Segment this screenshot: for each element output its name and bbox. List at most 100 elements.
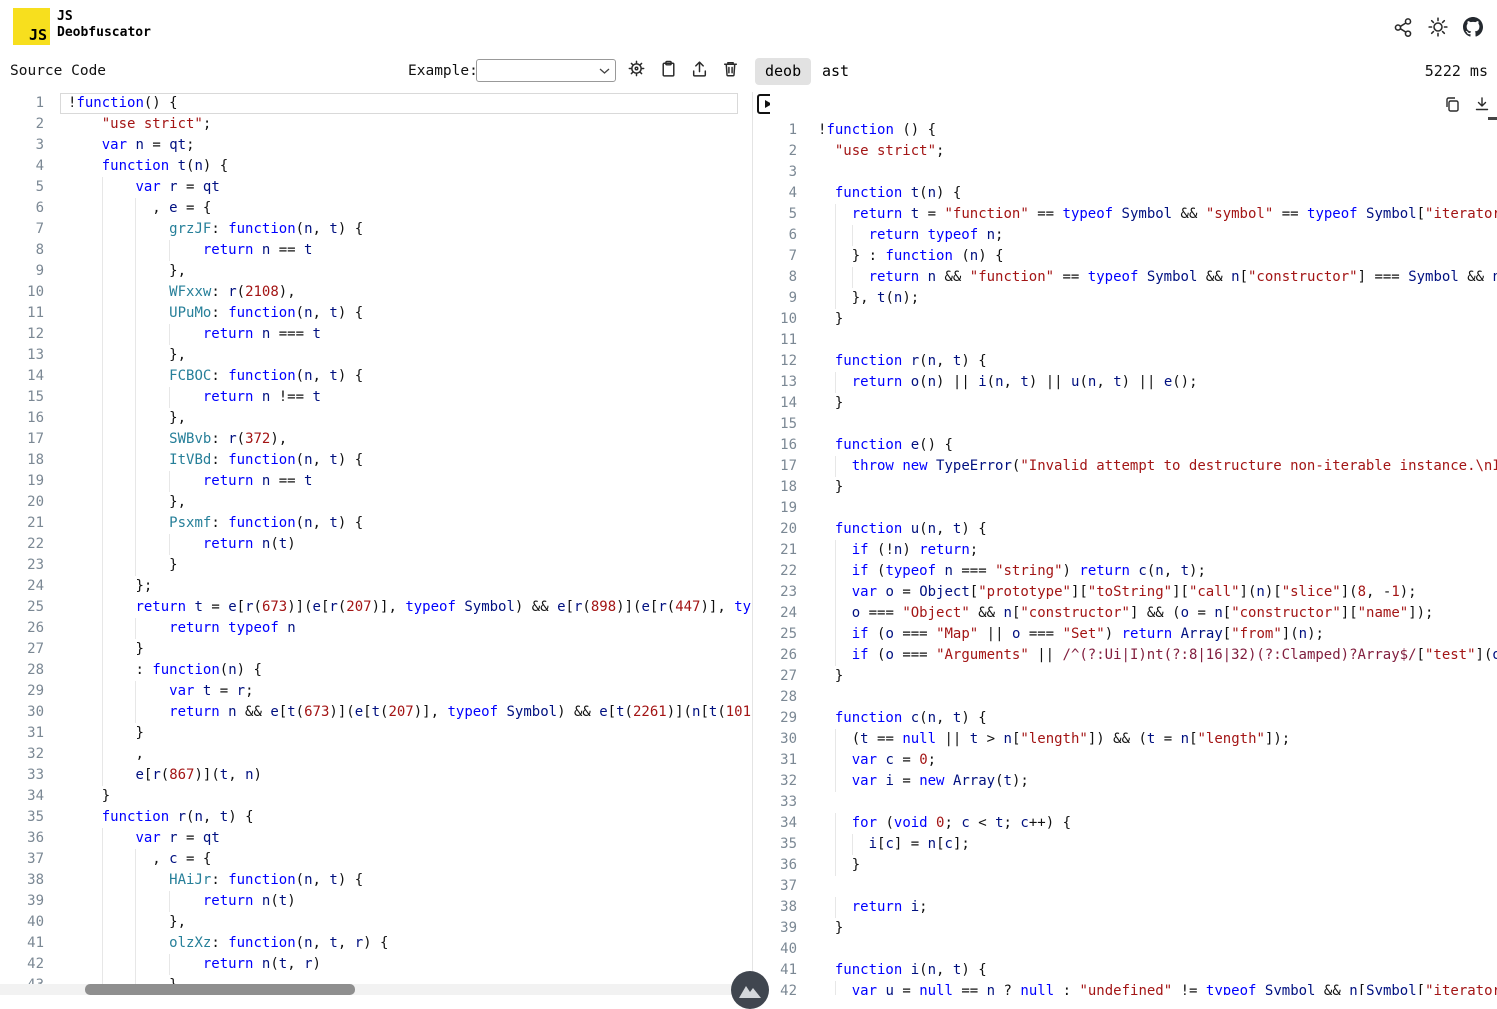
line-number: 15 [0, 387, 44, 408]
indent-guide [835, 645, 836, 666]
line-number: 21 [770, 540, 797, 561]
code-text: function r(n, t) { [818, 353, 987, 369]
code-line: 2 "use strict"; [770, 141, 1497, 162]
chevron-down-icon [599, 68, 610, 75]
line-number: 26 [770, 645, 797, 666]
code-text: return n == t [68, 473, 312, 489]
code-text: if (o === "Map" || o === "Set") return A… [818, 626, 1324, 642]
indent-guide [835, 225, 836, 246]
code-line: 18 ItVBd: function(n, t) { [0, 450, 752, 471]
code-text: var r = qt [68, 179, 220, 195]
indent-guide [102, 303, 103, 324]
settings-icon[interactable] [627, 59, 646, 78]
code-text: } [68, 641, 144, 657]
source-editor[interactable]: 1!function() {2 "use strict";3 var n = q… [0, 92, 753, 995]
code-text: !function () { [818, 122, 936, 138]
code-line: 29 var t = r; [0, 681, 752, 702]
code-line: 14 } [770, 393, 1497, 414]
indent-guide [102, 345, 103, 366]
scrollbar-thumb[interactable] [85, 984, 355, 995]
code-line: 33 e[r(867)](t, n) [0, 765, 752, 786]
indent-guide [102, 828, 103, 849]
indent-guide [835, 855, 836, 876]
code-text: }, [68, 347, 186, 363]
indent-guide [835, 729, 836, 750]
horizontal-scrollbar[interactable] [0, 984, 753, 995]
indent-guide [135, 891, 136, 912]
indent-guide [169, 471, 170, 492]
code-line: 21 Psxmf: function(n, t) { [0, 513, 752, 534]
code-line: 30 return n && e[t(673)](e[t(207)], type… [0, 702, 752, 723]
code-line: 17 SWBvb: r(372), [0, 429, 752, 450]
code-line: 41 function i(n, t) { [770, 960, 1497, 981]
download-icon[interactable] [1473, 95, 1491, 113]
fab-button[interactable] [731, 971, 769, 1009]
indent-guide [169, 324, 170, 345]
code-text: } : function (n) { [818, 248, 1004, 264]
example-select[interactable] [476, 59, 616, 82]
timing-label: 5222 ms [1425, 62, 1488, 80]
line-number: 31 [0, 723, 44, 744]
code-line: 18 } [770, 477, 1497, 498]
line-number: 30 [0, 702, 44, 723]
indent-guide [102, 660, 103, 681]
code-line: 4 function t(n) { [770, 183, 1497, 204]
code-text: }, [68, 494, 186, 510]
indent-guide [135, 534, 136, 555]
code-text: function e() { [818, 437, 953, 453]
indent-guide [102, 324, 103, 345]
output-actions [1443, 95, 1491, 113]
line-number: 4 [0, 156, 44, 177]
line-number: 40 [770, 939, 797, 960]
indent-guide [102, 429, 103, 450]
code-text: UPuMo: function(n, t) { [68, 305, 363, 321]
copy-icon[interactable] [1443, 95, 1461, 113]
code-line: 41 olzXz: function(n, t, r) { [0, 933, 752, 954]
indent-guide [102, 408, 103, 429]
line-number: 24 [0, 576, 44, 597]
trash-icon[interactable] [721, 59, 740, 78]
code-line: 13 return o(n) || i(n, t) || u(n, t) || … [770, 372, 1497, 393]
theme-icon[interactable] [1428, 17, 1448, 37]
code-line: 2 "use strict"; [0, 114, 752, 135]
line-number: 21 [0, 513, 44, 534]
code-line: 29 function c(n, t) { [770, 708, 1497, 729]
code-text: return o(n) || i(n, t) || u(n, t) || e()… [818, 374, 1198, 390]
code-line: 15 [770, 414, 1497, 435]
vertical-scrollbar[interactable] [1488, 117, 1497, 120]
tab-deob[interactable]: deob [755, 58, 811, 85]
app-title: JS Deobfuscator [57, 9, 151, 41]
code-text: function t(n) { [818, 185, 961, 201]
code-text: function u(n, t) { [818, 521, 987, 537]
code-line: 3 var n = qt; [0, 135, 752, 156]
code-text: var i = new Array(t); [818, 773, 1029, 789]
github-icon[interactable] [1463, 17, 1483, 37]
code-text: if (!n) return; [818, 542, 978, 558]
indent-guide [135, 492, 136, 513]
code-text: }, [68, 914, 186, 930]
upload-icon[interactable] [690, 59, 709, 78]
line-number: 5 [0, 177, 44, 198]
code-text: return n && "function" == typeof Symbol … [818, 269, 1497, 285]
code-text: return typeof n; [818, 227, 1003, 243]
indent-guide [135, 870, 136, 891]
code-line: 32 var i = new Array(t); [770, 771, 1497, 792]
tab-ast[interactable]: ast [812, 58, 859, 85]
output-editor[interactable]: 1!function () {2 "use strict";34 functio… [770, 92, 1497, 995]
line-number: 31 [770, 750, 797, 771]
code-line: 42 var u = null == n ? null : "undefined… [770, 981, 1497, 995]
app-title-line2: Deobfuscator [57, 25, 151, 41]
share-icon[interactable] [1393, 17, 1413, 37]
line-number: 25 [0, 597, 44, 618]
code-line: 24 o === "Object" && n["constructor"] &&… [770, 603, 1497, 624]
code-text: function r(n, t) { [68, 809, 254, 825]
clipboard-icon[interactable] [659, 59, 678, 78]
indent-guide [135, 618, 136, 639]
code-line: 30 (t == null || t > n["length"]) && (t … [770, 729, 1497, 750]
indent-guide [102, 933, 103, 954]
line-number: 8 [0, 240, 44, 261]
indent-guide [835, 540, 836, 561]
indent-guide [102, 366, 103, 387]
js-logo: JS [13, 8, 50, 45]
line-number: 16 [0, 408, 44, 429]
